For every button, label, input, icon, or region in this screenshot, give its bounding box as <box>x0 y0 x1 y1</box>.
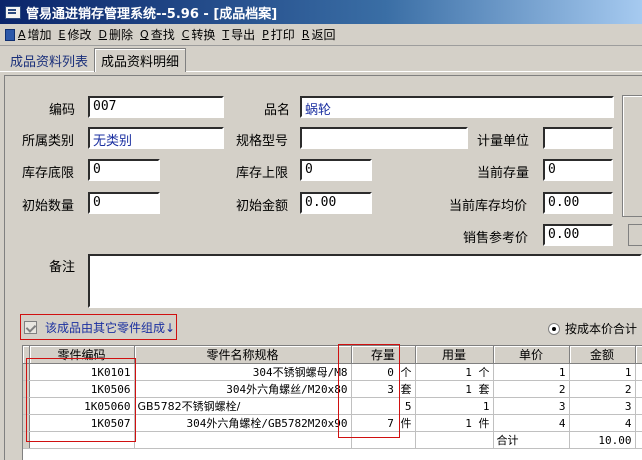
category-label: 所属类别 <box>22 134 75 149</box>
tab-strip: 成品资料列表 成品资料明细 <box>0 47 642 72</box>
unit-label: 计量单位 <box>477 134 530 149</box>
col-header-amount[interactable]: 金额 <box>569 346 636 364</box>
search-button[interactable]: Q 查找 <box>137 25 178 45</box>
code-label: 编码 <box>49 103 76 118</box>
name-field[interactable]: 蜗轮 <box>300 96 614 118</box>
add-button[interactable]: A 增加 <box>2 25 55 45</box>
return-button[interactable]: R 返回 <box>299 25 339 45</box>
convert-button[interactable]: C 转换 <box>179 25 219 45</box>
initial-qty-field[interactable]: 0 <box>88 192 160 214</box>
stock-min-label: 库存底限 <box>22 166 75 181</box>
cell-usage[interactable]: 1 个 <box>415 363 494 381</box>
remark-label: 备注 <box>49 260 76 275</box>
cell-part-name[interactable]: 304外六角螺栓/GB5782M20x90 <box>134 414 352 432</box>
cell-extra <box>635 397 642 415</box>
cell-extra <box>635 363 642 381</box>
cell-usage[interactable]: 1 件 <box>415 414 494 432</box>
cell-amount[interactable]: 1 <box>569 363 636 381</box>
cell-part-code[interactable]: 1K0506 <box>29 380 135 398</box>
composed-checkbox-label: 该成品由其它零件组成↓ <box>45 320 176 335</box>
cell-usage[interactable]: 1 <box>415 397 494 415</box>
avg-price-field[interactable]: 0.00 <box>543 192 613 214</box>
name-label: 品名 <box>264 103 291 118</box>
tab-product-list[interactable]: 成品资料列表 <box>4 49 94 71</box>
window-title-bar: 管易通进销存管理系统--5.96 - [成品档案] <box>0 0 642 24</box>
current-stock-field[interactable]: 0 <box>543 159 613 181</box>
parts-grid-header: 零件编码 零件名称规格 存量 用量 单价 金额 <box>23 346 642 364</box>
edit-button[interactable]: E 修改 <box>56 25 95 45</box>
delete-button[interactable]: D 删除 <box>96 25 137 45</box>
spec-label: 规格型号 <box>236 134 289 149</box>
app-icon <box>4 4 21 20</box>
side-small-button[interactable] <box>628 224 642 246</box>
cell-part-code[interactable]: 1K05060 <box>29 397 135 415</box>
cell-price[interactable]: 4 <box>493 414 570 432</box>
table-row[interactable]: 1K0507 304外六角螺栓/GB5782M20x90 7 件 1 件 4 4 <box>23 414 642 432</box>
cell-empty <box>351 431 416 449</box>
cell-extra <box>635 380 642 398</box>
category-field[interactable]: 无类别 <box>88 127 224 149</box>
col-header-part-name[interactable]: 零件名称规格 <box>134 346 352 364</box>
cost-total-radio-group[interactable]: 按成本价合计 <box>548 320 637 337</box>
cell-empty <box>134 431 352 449</box>
cell-price[interactable]: 3 <box>493 397 570 415</box>
total-label: 合计 <box>493 431 570 449</box>
cell-amount[interactable]: 2 <box>569 380 636 398</box>
initial-amount-field[interactable]: 0.00 <box>300 192 372 214</box>
composed-checkbox[interactable] <box>24 320 37 334</box>
tab-product-detail[interactable]: 成品资料明细 <box>94 48 187 72</box>
cell-part-code[interactable]: 1K0507 <box>29 414 135 432</box>
col-header-price[interactable]: 单价 <box>493 346 570 364</box>
sale-price-field[interactable]: 0.00 <box>543 224 613 246</box>
cell-part-name[interactable]: 304外六角螺丝/M20x80 <box>134 380 352 398</box>
table-row[interactable]: 1K0101 304不锈钢螺母/M8 0 个 1 个 1 1 <box>23 363 642 381</box>
print-button[interactable]: P 打印 <box>259 25 298 45</box>
col-header-extra <box>635 346 642 364</box>
cell-price[interactable]: 1 <box>493 363 570 381</box>
table-row[interactable]: 1K05060 GB5782不锈钢螺栓/ 5 1 3 3 <box>23 397 642 415</box>
stock-max-field[interactable]: 0 <box>300 159 372 181</box>
parts-grid[interactable]: 零件编码 零件名称规格 存量 用量 单价 金额 1K0101 304不锈钢螺母/… <box>22 345 642 460</box>
table-total-row: 合计 10.00 <box>23 431 642 449</box>
stock-min-field[interactable]: 0 <box>88 159 160 181</box>
window-title: 管易通进销存管理系统--5.96 - [成品档案] <box>26 6 278 22</box>
cell-usage[interactable]: 1 套 <box>415 380 494 398</box>
total-value: 10.00 <box>569 431 636 449</box>
cell-empty <box>415 431 494 449</box>
remark-field[interactable] <box>88 254 642 308</box>
add-icon <box>5 28 15 41</box>
sale-price-label: 销售参考价 <box>463 231 529 246</box>
unit-field[interactable] <box>543 127 613 149</box>
cell-extra <box>635 414 642 432</box>
cost-total-radio[interactable] <box>548 322 560 335</box>
cell-extra <box>635 431 642 449</box>
cell-price[interactable]: 2 <box>493 380 570 398</box>
stock-max-label: 库存上限 <box>236 166 289 181</box>
cell-part-code[interactable]: 1K0101 <box>29 363 135 381</box>
cell-empty <box>29 431 135 449</box>
code-field[interactable]: 007 <box>88 96 224 118</box>
cost-total-radio-label: 按成本价合计 <box>565 322 638 336</box>
cell-part-name[interactable]: GB5782不锈钢螺栓/ <box>134 397 352 415</box>
cell-stock[interactable]: 7 件 <box>351 414 416 432</box>
col-header-stock[interactable]: 存量 <box>351 346 416 364</box>
avg-price-label: 当前库存均价 <box>449 199 528 214</box>
export-button[interactable]: T 导出 <box>219 25 258 45</box>
cell-amount[interactable]: 4 <box>569 414 636 432</box>
initial-amount-label: 初始金额 <box>236 199 289 214</box>
table-row[interactable]: 1K0506 304外六角螺丝/M20x80 3 套 1 套 2 2 <box>23 380 642 398</box>
cell-stock[interactable]: 3 套 <box>351 380 416 398</box>
cell-stock[interactable]: 5 <box>351 397 416 415</box>
side-panel-box <box>622 95 642 217</box>
cell-stock[interactable]: 0 个 <box>351 363 416 381</box>
initial-qty-label: 初始数量 <box>22 199 75 214</box>
current-stock-label: 当前存量 <box>477 166 530 181</box>
cell-part-name[interactable]: 304不锈钢螺母/M8 <box>134 363 352 381</box>
col-header-part-code[interactable]: 零件编码 <box>29 346 135 364</box>
composed-checkbox-group[interactable]: 该成品由其它零件组成↓ <box>20 314 177 340</box>
col-header-usage[interactable]: 用量 <box>415 346 494 364</box>
cell-amount[interactable]: 3 <box>569 397 636 415</box>
toolbar: A 增加 E 修改 D 删除 Q 查找 C 转换 T 导出 P 打印 R 返回 <box>0 24 642 46</box>
spec-field[interactable] <box>300 127 468 149</box>
